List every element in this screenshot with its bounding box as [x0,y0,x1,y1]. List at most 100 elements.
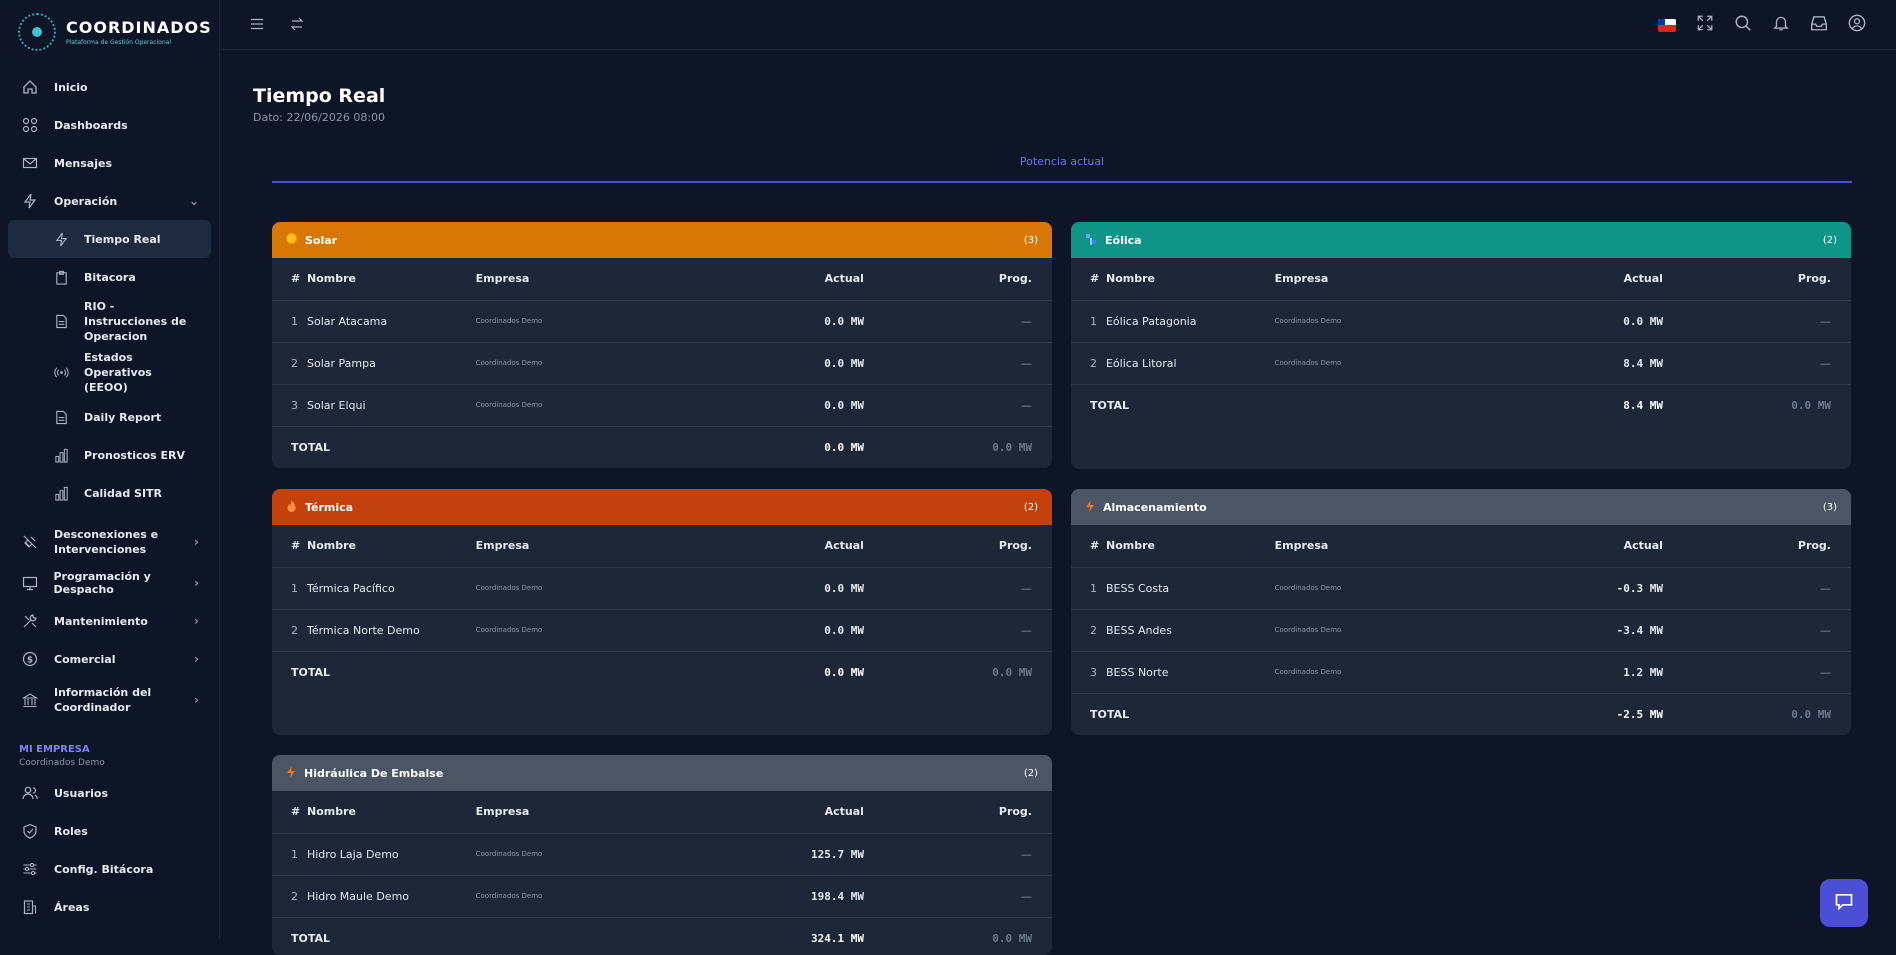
menu-icon[interactable] [249,16,265,36]
total-label: TOTAL [272,426,476,468]
user-avatar-icon[interactable] [1848,14,1866,36]
sidebar-item-comercial[interactable]: $ Comercial › [8,640,211,678]
sidebar-item-areas[interactable]: Áreas [8,888,211,926]
main-content: Tiempo Real Dato: 22/06/2026 08:00 Poten… [221,51,1896,939]
total-label: TOTAL [1071,384,1275,426]
total-row: TOTAL 0.0 MW 0.0 MW [272,651,1052,693]
sidebar-item-mensajes[interactable]: Mensajes [8,144,211,182]
sidebar-item-programacion[interactable]: Programación y Despacho › [8,564,211,602]
sidebar-item-label: Inicio [54,81,88,94]
sidebar-subitem-daily-report[interactable]: Daily Report [8,398,211,436]
table-row[interactable]: 3 BESS Norte Coordinados Demo 1.2 MW — [1071,651,1851,693]
sidebar-subitem-tiempo-real[interactable]: Tiempo Real [8,220,211,258]
chat-support-button[interactable] [1820,879,1868,927]
row-prog: — [864,300,1052,342]
col-idx: # [1071,258,1100,300]
sidebar-subitem-rio[interactable]: RIO - Instrucciones de Operacion [8,296,211,347]
total-label: TOTAL [272,917,476,955]
sidebar-item-desconexiones[interactable]: Desconexiones e Intervenciones › [8,520,211,564]
top-bar [221,0,1896,50]
card-header: Solar (3) [272,222,1052,258]
table-row[interactable]: 3 Solar Elqui Coordinados Demo 0.0 MW — [272,384,1052,426]
col-idx: # [272,525,301,567]
chat-icon [1834,891,1854,916]
sidebar-subitem-calidad-sitr[interactable]: Calidad SITR [8,474,211,512]
col-name: Nombre [301,258,476,300]
col-actual: Actual [1492,525,1663,567]
inbox-icon[interactable] [1810,14,1828,36]
bar-chart-icon [52,446,70,464]
sidebar-item-operacion[interactable]: Operación ⌄ [8,182,211,220]
swap-icon[interactable] [289,16,305,36]
table-header-row: # Nombre Empresa Actual Prog. [1071,258,1851,300]
page-date: Dato: 22/06/2026 08:00 [253,111,385,124]
total-prog: 0.0 MW [864,426,1052,468]
row-company: Coordinados Demo [1275,300,1493,342]
table-row[interactable]: 2 Térmica Norte Demo Coordinados Demo 0.… [272,609,1052,651]
table-row[interactable]: 1 Hidro Laja Demo Coordinados Demo 125.7… [272,833,1052,875]
row-actual: 0.0 MW [1492,300,1663,342]
total-row: TOTAL 324.1 MW 0.0 MW [272,917,1052,955]
table-header-row: # Nombre Empresa Actual Prog. [1071,525,1851,567]
building-icon [20,690,40,710]
row-name: Hidro Maule Demo [301,875,476,917]
sidebar-subitem-pronosticos[interactable]: Pronosticos ERV [8,436,211,474]
data-table: # Nombre Empresa Actual Prog. 1 Eólica P… [1071,258,1851,426]
brand-subtitle: Plataforma de Gestión Operacional [66,39,212,46]
fullscreen-icon[interactable] [1696,14,1714,36]
sidebar-item-mantenimiento[interactable]: Mantenimiento › [8,602,211,640]
row-company: Coordinados Demo [1275,567,1493,609]
card-almacenamiento: Almacenamiento (3) # Nombre Empresa Actu… [1071,489,1851,735]
unplug-icon [20,532,40,552]
row-name: BESS Norte [1100,651,1275,693]
sidebar-item-config-bitacora[interactable]: Config. Bitácora [8,850,211,888]
broadcast-icon [52,364,70,382]
total-label: TOTAL [1071,693,1275,735]
row-name: Eólica Patagonia [1100,300,1275,342]
sidebar-item-usuarios[interactable]: Usuarios [8,774,211,812]
search-icon[interactable] [1734,14,1752,36]
main-nav: Inicio Dashboards Mensajes Operación ⌄ T… [0,64,219,726]
sun-icon [286,233,297,247]
table-row[interactable]: 2 Solar Pampa Coordinados Demo 0.0 MW — [272,342,1052,384]
col-name: Nombre [1100,258,1275,300]
table-row[interactable]: 2 BESS Andes Coordinados Demo -3.4 MW — [1071,609,1851,651]
card-hidraulica: Hidráulica De Embalse (2) # Nombre Empre… [272,755,1052,955]
tab-potencia-actual[interactable]: Potencia actual [272,155,1852,168]
sidebar-item-inicio[interactable]: Inicio [8,68,211,106]
brand[interactable]: COORDINADOS Plataforma de Gestión Operac… [0,0,219,64]
col-prog: Prog. [864,791,1052,833]
row-index: 3 [272,384,301,426]
table-row[interactable]: 1 BESS Costa Coordinados Demo -0.3 MW — [1071,567,1851,609]
sidebar-item-informacion[interactable]: Información del Coordinador › [8,678,211,722]
row-index: 2 [1071,609,1100,651]
bolt-icon [20,191,40,211]
table-row[interactable]: 1 Térmica Pacífico Coordinados Demo 0.0 … [272,567,1052,609]
sidebar-item-roles[interactable]: Roles [8,812,211,850]
table-row[interactable]: 1 Solar Atacama Coordinados Demo 0.0 MW … [272,300,1052,342]
row-prog: — [864,384,1052,426]
row-prog: — [1663,300,1851,342]
table-row[interactable]: 2 Eólica Litoral Coordinados Demo 8.4 MW… [1071,342,1851,384]
col-actual: Actual [693,258,864,300]
total-actual: 0.0 MW [693,651,864,693]
sidebar-subitem-label: Daily Report [84,411,161,424]
total-spacer [1275,384,1493,426]
sidebar-subitem-bitacora[interactable]: Bitacora [8,258,211,296]
col-company: Empresa [476,525,694,567]
col-name: Nombre [301,791,476,833]
chile-flag-icon[interactable] [1658,19,1676,32]
sidebar-subitem-eeoo[interactable]: Estados Operativos (EEOO) [8,347,211,398]
sidebar-item-dashboards[interactable]: Dashboards [8,106,211,144]
row-name: Hidro Laja Demo [301,833,476,875]
row-name: Eólica Litoral [1100,342,1275,384]
chevron-right-icon: › [194,693,199,708]
col-idx: # [272,258,301,300]
bell-icon[interactable] [1772,14,1790,36]
table-row[interactable]: 1 Eólica Patagonia Coordinados Demo 0.0 … [1071,300,1851,342]
table-row[interactable]: 2 Hidro Maule Demo Coordinados Demo 198.… [272,875,1052,917]
page-title: Tiempo Real [253,85,385,107]
card-header: Térmica (2) [272,489,1052,525]
sidebar-subitem-label: RIO - Instrucciones de Operacion [84,299,196,344]
row-actual: 0.0 MW [693,567,864,609]
